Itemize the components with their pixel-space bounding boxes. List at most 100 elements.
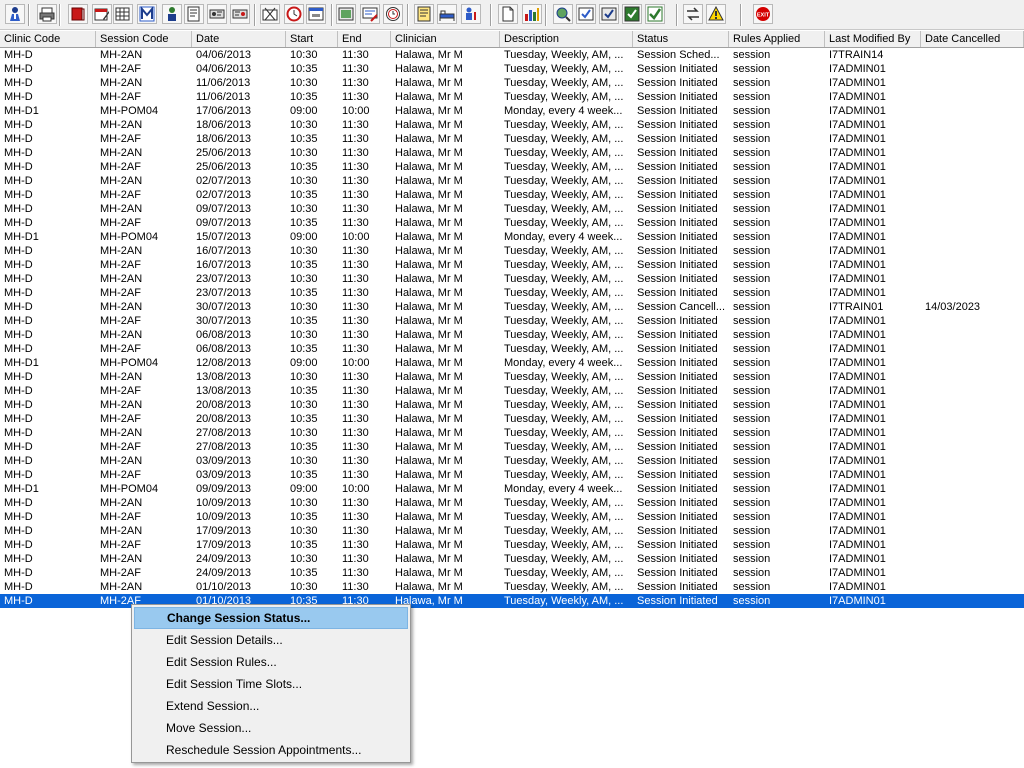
table-cell: Tuesday, Weekly, AM, ... bbox=[504, 497, 624, 509]
table-row[interactable]: MH-D MH-2AF 09/07/2013 10:35 11:30 Halawa, Mr… bbox=[0, 216, 1024, 230]
table-row[interactable]: MH-D MH-2AF 24/09/2013 10:35 11:30 Halawa, Mr… bbox=[0, 566, 1024, 580]
table-row[interactable]: MH-D MH-2AN 03/09/2013 10:30 11:30 Halawa, Mr… bbox=[0, 454, 1024, 468]
table-row[interactable]: MH-D1 MH-POM04 09/09/2013 09:00 10:00 Halawa,… bbox=[0, 482, 1024, 496]
clock-face-button[interactable] bbox=[383, 4, 403, 24]
table-row[interactable]: MH-D MH-2AF 17/09/2013 10:35 11:30 Halawa, Mr… bbox=[0, 538, 1024, 552]
column-header-clinician[interactable]: Clinician bbox=[391, 31, 500, 47]
table-row[interactable]: MH-D MH-2AF 30/07/2013 10:35 11:30 Halawa, Mr… bbox=[0, 314, 1024, 328]
table-row[interactable]: MH-D MH-2AN 17/09/2013 10:30 11:30 Halawa, Mr… bbox=[0, 524, 1024, 538]
table-row[interactable]: MH-D MH-2AN 25/06/2013 10:30 11:30 Halawa, Mr… bbox=[0, 146, 1024, 160]
exit-button[interactable]: EXIT bbox=[753, 4, 773, 24]
column-header-clinic-code[interactable]: Clinic Code bbox=[0, 31, 96, 47]
table-row[interactable]: MH-D MH-2AN 13/08/2013 10:30 11:30 Halawa, Mr… bbox=[0, 370, 1024, 384]
table-row[interactable]: MH-D MH-2AF 23/07/2013 10:35 11:30 Halawa, Mr… bbox=[0, 286, 1024, 300]
menu-item-reschedule-session-appointments[interactable]: Reschedule Session Appointments... bbox=[134, 739, 408, 761]
table-row[interactable]: MH-D MH-2AN 09/07/2013 10:30 11:30 Halawa, Mr… bbox=[0, 202, 1024, 216]
menu-item-extend-session[interactable]: Extend Session... bbox=[134, 695, 408, 717]
table-row[interactable]: MH-D1 MH-POM04 15/07/2013 09:00 10:00 Halawa,… bbox=[0, 230, 1024, 244]
table-cell: MH-D1 bbox=[4, 357, 39, 369]
check-window-alt-button[interactable] bbox=[599, 4, 619, 24]
table-row[interactable]: MH-D MH-2AN 06/08/2013 10:30 11:30 Halawa, Mr… bbox=[0, 328, 1024, 342]
table-cell: session bbox=[733, 147, 771, 159]
printer-button[interactable] bbox=[37, 4, 57, 24]
clock-button[interactable] bbox=[284, 4, 304, 24]
table-cell: session bbox=[733, 371, 771, 383]
notes-button[interactable] bbox=[184, 4, 204, 24]
table-row[interactable]: MH-D MH-2AF 20/08/2013 10:35 11:30 Halawa, Mr… bbox=[0, 412, 1024, 426]
table-cell: session bbox=[733, 413, 771, 425]
table-row[interactable]: MH-D MH-2AN 01/10/2013 10:30 11:30 Halawa, Mr… bbox=[0, 580, 1024, 594]
table-cell: I7ADMIN01 bbox=[829, 259, 886, 271]
table-row[interactable]: MH-D MH-2AF 27/08/2013 10:35 11:30 Halawa, Mr… bbox=[0, 440, 1024, 454]
menu-item-change-session-status[interactable]: Change Session Status... bbox=[134, 607, 408, 629]
patient-button[interactable] bbox=[5, 4, 25, 24]
folder-cut-button[interactable] bbox=[260, 4, 280, 24]
table-row[interactable]: MH-D MH-2AF 18/06/2013 10:35 11:30 Halawa, Mr… bbox=[0, 132, 1024, 146]
card-edit-button[interactable] bbox=[360, 4, 380, 24]
bed-button[interactable] bbox=[437, 4, 457, 24]
column-header-status[interactable]: Status bbox=[633, 31, 729, 47]
table-cell: session bbox=[733, 259, 771, 271]
window-button[interactable] bbox=[306, 4, 326, 24]
table-row[interactable]: MH-D MH-2AF 03/09/2013 10:35 11:30 Halawa, Mr… bbox=[0, 468, 1024, 482]
table-row[interactable]: MH-D MH-2AF 11/06/2013 10:35 11:30 Halawa, Mr… bbox=[0, 90, 1024, 104]
column-header-date[interactable]: Date bbox=[192, 31, 286, 47]
table-cell: Session Initiated bbox=[637, 231, 718, 243]
table-row[interactable]: MH-D MH-2AN 23/07/2013 10:30 11:30 Halawa, Mr… bbox=[0, 272, 1024, 286]
grid-edit-button[interactable] bbox=[113, 4, 133, 24]
table-row[interactable]: MH-D MH-2AN 27/08/2013 10:30 11:30 Halawa, Mr… bbox=[0, 426, 1024, 440]
menu-item-move-session[interactable]: Move Session... bbox=[134, 717, 408, 739]
table-row[interactable]: MH-D MH-2AN 10/09/2013 10:30 11:30 Halawa, Mr… bbox=[0, 496, 1024, 510]
column-header-end[interactable]: End bbox=[338, 31, 391, 47]
table-row[interactable]: MH-D MH-2AN 24/09/2013 10:30 11:30 Halawa, Mr… bbox=[0, 552, 1024, 566]
column-header-rules-applied[interactable]: Rules Applied bbox=[729, 31, 825, 47]
menu-item-edit-session-time-slots[interactable]: Edit Session Time Slots... bbox=[134, 673, 408, 695]
table-cell: I7ADMIN01 bbox=[829, 147, 886, 159]
table-row[interactable]: MH-D MH-2AF 25/06/2013 10:35 11:30 Halawa, Mr… bbox=[0, 160, 1024, 174]
table-row[interactable]: MH-D MH-2AF 06/08/2013 10:35 11:30 Halawa, Mr… bbox=[0, 342, 1024, 356]
table-cell: 13/08/2013 bbox=[196, 371, 252, 383]
table-row[interactable]: MH-D MH-2AN 04/06/2013 10:30 11:30 Halawa, Mr… bbox=[0, 48, 1024, 62]
calendar-edit-button[interactable] bbox=[92, 4, 112, 24]
bar-chart-button[interactable] bbox=[522, 4, 542, 24]
m-letter-button[interactable] bbox=[137, 4, 157, 24]
table-row[interactable]: MH-D MH-2AN 30/07/2013 10:30 11:30 Halawa, Mr… bbox=[0, 300, 1024, 314]
table-row[interactable]: MH-D MH-2AN 02/07/2013 10:30 11:30 Halawa, Mr… bbox=[0, 174, 1024, 188]
table-row[interactable]: MH-D MH-2AF 13/08/2013 10:35 11:30 Halawa, Mr… bbox=[0, 384, 1024, 398]
table-row[interactable]: MH-D MH-2AN 18/06/2013 10:30 11:30 Halawa, Mr… bbox=[0, 118, 1024, 132]
column-header-last-modified-by[interactable]: Last Modified By bbox=[825, 31, 921, 47]
column-header-session-code[interactable]: Session Code bbox=[96, 31, 192, 47]
table-cell: MH-2AF bbox=[100, 91, 141, 103]
person-button[interactable] bbox=[162, 4, 182, 24]
note-pad-button[interactable] bbox=[414, 4, 434, 24]
column-header-description[interactable]: Description bbox=[500, 31, 633, 47]
table-row[interactable]: MH-D MH-2AF 04/06/2013 10:35 11:30 Halawa, Mr… bbox=[0, 62, 1024, 76]
table-row[interactable]: MH-D MH-2AF 02/07/2013 10:35 11:30 Halawa, Mr… bbox=[0, 188, 1024, 202]
ticket-button[interactable] bbox=[207, 4, 227, 24]
table-row[interactable]: MH-D1 MH-POM04 17/06/2013 09:00 10:00 Halawa,… bbox=[0, 104, 1024, 118]
table-row[interactable]: MH-D MH-2AF 10/09/2013 10:35 11:30 Halawa, Mr… bbox=[0, 510, 1024, 524]
table-row[interactable]: MH-D1 MH-POM04 12/08/2013 09:00 10:00 Halawa,… bbox=[0, 356, 1024, 370]
table-row[interactable]: MH-D MH-2AN 20/08/2013 10:30 11:30 Halawa, Mr… bbox=[0, 398, 1024, 412]
table-cell: 11:30 bbox=[342, 203, 369, 215]
table-row[interactable]: MH-D MH-2AN 16/07/2013 10:30 11:30 Halawa, Mr… bbox=[0, 244, 1024, 258]
table-row[interactable]: MH-D MH-2AN 11/06/2013 10:30 11:30 Halawa, Mr… bbox=[0, 76, 1024, 90]
menu-item-edit-session-details[interactable]: Edit Session Details... bbox=[134, 629, 408, 651]
refresh-check-button[interactable] bbox=[622, 4, 642, 24]
check-window-button[interactable] bbox=[576, 4, 596, 24]
ticket-alt-button[interactable] bbox=[230, 4, 250, 24]
table-cell: 10:30 bbox=[290, 301, 318, 313]
picture-frame-button[interactable] bbox=[336, 4, 356, 24]
page-button[interactable] bbox=[498, 4, 518, 24]
check-green-button[interactable] bbox=[645, 4, 665, 24]
swap-arrows-button[interactable] bbox=[683, 4, 703, 24]
table-row[interactable]: MH-D MH-2AF 16/07/2013 10:35 11:30 Halawa, Mr… bbox=[0, 258, 1024, 272]
warning-button[interactable] bbox=[706, 4, 726, 24]
person-chart-button[interactable] bbox=[461, 4, 481, 24]
globe-search-button[interactable] bbox=[553, 4, 573, 24]
menu-item-edit-session-rules[interactable]: Edit Session Rules... bbox=[134, 651, 408, 673]
column-header-date-cancelled[interactable]: Date Cancelled bbox=[921, 31, 1024, 47]
book-red-button[interactable] bbox=[68, 4, 88, 24]
table-cell: 11:30 bbox=[342, 287, 369, 299]
column-header-start[interactable]: Start bbox=[286, 31, 338, 47]
